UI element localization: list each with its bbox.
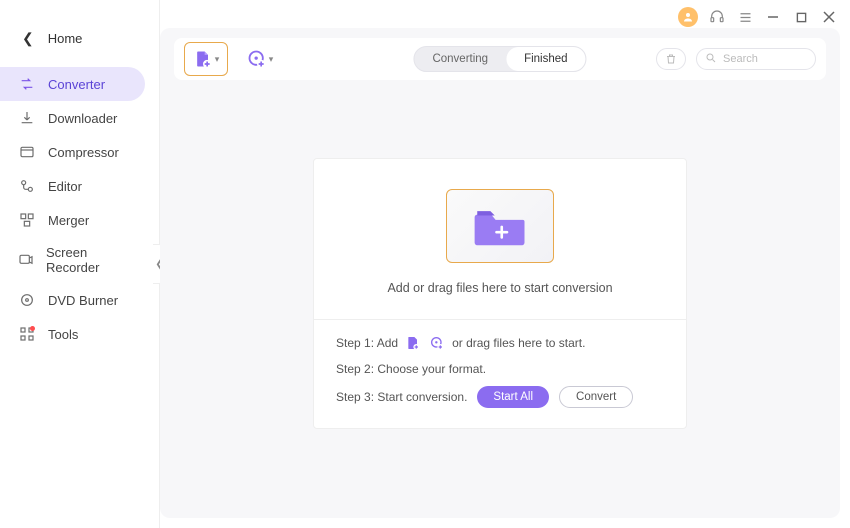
sidebar-item-editor[interactable]: Editor	[0, 169, 145, 203]
drop-area[interactable]: Add or drag files here to start conversi…	[314, 159, 686, 319]
sidebar-item-tools[interactable]: Tools	[0, 317, 145, 351]
add-file-button[interactable]: ▾	[184, 42, 228, 76]
sidebar-item-screen-recorder[interactable]: Screen Recorder	[0, 237, 145, 283]
step-3: Step 3: Start conversion. Start All Conv…	[336, 386, 664, 408]
file-plus-icon	[404, 334, 422, 352]
sidebar-item-merger[interactable]: Merger	[0, 203, 145, 237]
sidebar-item-label: Tools	[48, 327, 78, 342]
minimize-button[interactable]	[764, 8, 782, 26]
recorder-icon	[18, 251, 34, 269]
search-input[interactable]	[723, 53, 807, 65]
sidebar: ❮ Home Converter Downloader Compressor E…	[0, 0, 160, 528]
search-icon	[705, 52, 717, 67]
sidebar-item-label: Merger	[48, 213, 89, 228]
menu-icon[interactable]	[736, 8, 754, 26]
main-area: ▾ ▾ Converting Finished	[160, 28, 840, 518]
start-all-button[interactable]: Start All	[477, 386, 549, 408]
step-2: Step 2: Choose your format.	[336, 362, 664, 376]
add-folder-button[interactable]	[446, 189, 554, 263]
back-home-button[interactable]: ❮ Home	[0, 22, 159, 67]
sidebar-item-dvd-burner[interactable]: DVD Burner	[0, 283, 145, 317]
downloader-icon	[18, 109, 36, 127]
trash-button[interactable]	[656, 48, 686, 70]
converter-icon	[18, 75, 36, 93]
tools-icon	[18, 325, 36, 343]
sidebar-item-converter[interactable]: Converter	[0, 67, 145, 101]
add-dvd-button[interactable]: ▾	[238, 42, 282, 76]
home-label: Home	[48, 31, 83, 46]
chevron-down-icon: ▾	[215, 54, 220, 65]
sidebar-item-label: DVD Burner	[48, 293, 118, 308]
step1-prefix: Step 1: Add	[336, 336, 398, 350]
sidebar-item-label: Downloader	[48, 111, 117, 126]
convert-button[interactable]: Convert	[559, 386, 633, 408]
compressor-icon	[18, 143, 36, 161]
disc-plus-icon	[428, 334, 446, 352]
maximize-button[interactable]	[792, 8, 810, 26]
sidebar-item-label: Editor	[48, 179, 82, 194]
sidebar-item-label: Compressor	[48, 145, 119, 160]
sidebar-item-compressor[interactable]: Compressor	[0, 135, 145, 169]
search-box[interactable]	[696, 48, 816, 70]
empty-state-card: Add or drag files here to start conversi…	[313, 158, 687, 429]
avatar-icon[interactable]	[678, 7, 698, 27]
sidebar-item-label: Converter	[48, 77, 105, 92]
step3-text: Step 3: Start conversion.	[336, 390, 467, 404]
editor-icon	[18, 177, 36, 195]
drop-caption: Add or drag files here to start conversi…	[387, 281, 612, 295]
step1-suffix: or drag files here to start.	[452, 336, 585, 350]
chevron-left-icon: ❮	[22, 30, 34, 47]
toolbar: ▾ ▾ Converting Finished	[174, 38, 826, 80]
close-button[interactable]	[820, 8, 838, 26]
tab-converting[interactable]: Converting	[414, 47, 506, 71]
step-1: Step 1: Add or drag files here to start.	[336, 334, 664, 352]
sidebar-item-label: Screen Recorder	[46, 245, 127, 275]
steps-panel: Step 1: Add or drag files here to start.…	[314, 319, 686, 428]
tab-finished[interactable]: Finished	[506, 47, 585, 71]
status-tabs: Converting Finished	[413, 46, 586, 72]
merger-icon	[18, 211, 36, 229]
headset-icon[interactable]	[708, 8, 726, 26]
sidebar-item-downloader[interactable]: Downloader	[0, 101, 145, 135]
chevron-down-icon: ▾	[269, 54, 274, 65]
burner-icon	[18, 291, 36, 309]
step2-text: Step 2: Choose your format.	[336, 362, 486, 376]
